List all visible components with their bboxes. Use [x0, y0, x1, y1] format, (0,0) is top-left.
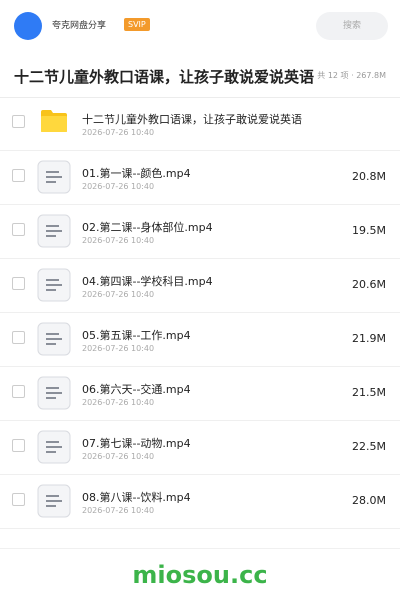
- row-checkbox[interactable]: [12, 223, 25, 236]
- list-item[interactable]: 05.第五课--工作.mp4 2026-07-26 10:40 21.9M: [0, 313, 400, 367]
- file-name: 07.第七课--动物.mp4: [82, 437, 191, 450]
- file-date: 2026-07-26 10:40: [82, 452, 155, 461]
- file-name: 08.第八课--饮料.mp4: [82, 491, 191, 504]
- document-icon: [37, 430, 71, 464]
- file-date: 2026-07-26 10:40: [82, 344, 155, 353]
- file-list: 十二节儿童外教口语课，让孩子敢说爱说英语 2026-07-26 10:40 01.第…: [0, 97, 400, 529]
- file-size: 21.5M: [352, 386, 386, 399]
- file-date: 2026-07-26 10:40: [82, 290, 155, 299]
- folder-title-bar: 十二节儿童外教口语课，让孩子敢说爱说英语 共 12 项 · 267.8M: [0, 52, 400, 98]
- watermark-text: miosou.cc: [132, 561, 268, 589]
- app-name: 夸克网盘分享: [52, 21, 107, 31]
- row-checkbox[interactable]: [12, 277, 25, 290]
- file-date: 2026-07-26 10:40: [82, 398, 155, 407]
- document-icon: [37, 268, 71, 302]
- page-title: 十二节儿童外教口语课，让孩子敢说爱说英语: [14, 68, 315, 86]
- file-name: 05.第五课--工作.mp4: [82, 329, 191, 342]
- file-name: 02.第二课--身体部位.mp4: [82, 221, 213, 234]
- list-item[interactable]: 08.第八课--饮料.mp4 2026-07-26 10:40 28.0M: [0, 475, 400, 529]
- list-item[interactable]: 06.第六天--交通.mp4 2026-07-26 10:40 21.5M: [0, 367, 400, 421]
- list-item[interactable]: 04.第四课--学校科目.mp4 2026-07-26 10:40 20.6M: [0, 259, 400, 313]
- document-icon: [37, 214, 71, 248]
- file-date: 2026-07-26 10:40: [82, 236, 155, 245]
- list-item[interactable]: 02.第二课--身体部位.mp4 2026-07-26 10:40 19.5M: [0, 205, 400, 259]
- avatar[interactable]: [14, 12, 42, 40]
- top-header: 夸克网盘分享 SVIP 搜索: [0, 0, 400, 52]
- list-item[interactable]: 十二节儿童外教口语课，让孩子敢说爱说英语 2026-07-26 10:40: [0, 97, 400, 151]
- search-input[interactable]: 搜索: [316, 12, 388, 40]
- row-checkbox[interactable]: [12, 439, 25, 452]
- file-name: 01.第一课--颜色.mp4: [82, 167, 191, 180]
- document-icon: [37, 322, 71, 356]
- list-item[interactable]: 01.第一课--颜色.mp4 2026-07-26 10:40 20.8M: [0, 151, 400, 205]
- file-size: 22.5M: [352, 440, 386, 453]
- folder-icon: [41, 110, 67, 132]
- file-date: 2026-07-26 10:40: [82, 506, 155, 515]
- footer: miosou.cc: [0, 548, 400, 600]
- list-item[interactable]: 07.第七课--动物.mp4 2026-07-26 10:40 22.5M: [0, 421, 400, 475]
- file-size: 28.0M: [352, 494, 386, 507]
- row-checkbox[interactable]: [12, 493, 25, 506]
- file-name: 04.第四课--学校科目.mp4: [82, 275, 213, 288]
- file-size: 21.9M: [352, 332, 386, 345]
- row-checkbox[interactable]: [12, 331, 25, 344]
- document-icon: [37, 160, 71, 194]
- folder-meta: 共 12 项 · 267.8M: [317, 71, 386, 80]
- row-checkbox[interactable]: [12, 169, 25, 182]
- file-date: 2026-07-26 10:40: [82, 128, 155, 137]
- file-date: 2026-07-26 10:40: [82, 182, 155, 191]
- file-size: 19.5M: [352, 224, 386, 237]
- file-name: 十二节儿童外教口语课，让孩子敢说爱说英语: [82, 113, 302, 126]
- svip-badge: SVIP: [124, 18, 150, 31]
- file-name: 06.第六天--交通.mp4: [82, 383, 191, 396]
- file-size: 20.8M: [352, 170, 386, 183]
- row-checkbox[interactable]: [12, 115, 25, 128]
- document-icon: [37, 484, 71, 518]
- document-icon: [37, 376, 71, 410]
- file-size: 20.6M: [352, 278, 386, 291]
- row-checkbox[interactable]: [12, 385, 25, 398]
